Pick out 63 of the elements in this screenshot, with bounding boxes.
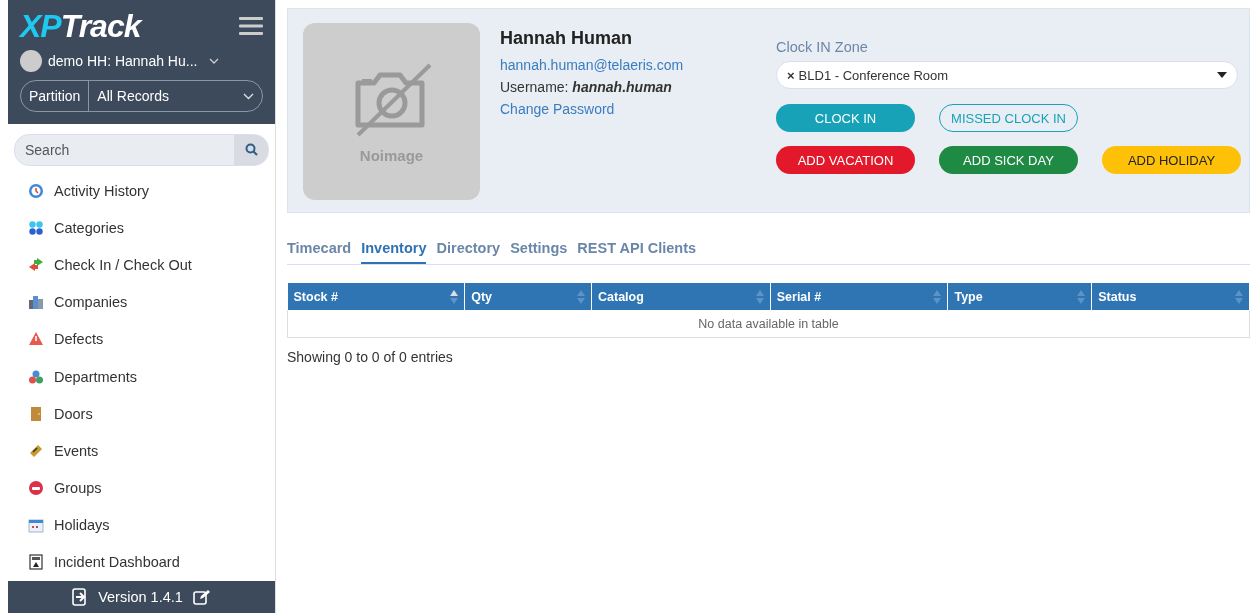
action-button[interactable]: ADD HOLIDAY bbox=[1102, 146, 1241, 174]
menu-icon[interactable] bbox=[239, 16, 263, 36]
tab[interactable]: Timecard bbox=[287, 238, 352, 264]
user-name: Hannah Human bbox=[500, 28, 633, 49]
sidebar-item[interactable]: Departments bbox=[8, 357, 275, 396]
caret-icon bbox=[1217, 72, 1227, 78]
column-header[interactable]: Qty bbox=[464, 283, 592, 310]
sidebar-item-icon bbox=[28, 368, 44, 385]
sidebar-item-icon bbox=[28, 219, 44, 236]
search-icon bbox=[244, 143, 258, 157]
partition-value: All Records bbox=[97, 88, 169, 104]
tab[interactable]: REST API Clients bbox=[577, 238, 697, 264]
zone-label: Clock IN Zone bbox=[776, 39, 869, 55]
sidebar-item[interactable]: Doors bbox=[8, 395, 275, 433]
column-header[interactable]: Status bbox=[1091, 283, 1250, 310]
avatar bbox=[20, 50, 42, 72]
sidebar-item[interactable]: Check In / Check Out bbox=[8, 246, 275, 284]
sidebar-item-icon bbox=[28, 480, 44, 497]
search-bar[interactable]: Search bbox=[14, 134, 269, 166]
zone-value: × BLD1 - Conference Room bbox=[787, 67, 949, 83]
sidebar-item-icon bbox=[28, 182, 44, 199]
sidebar-item-icon bbox=[28, 256, 44, 273]
sidebar-item-icon bbox=[28, 554, 44, 571]
sidebar-item[interactable]: Incident Dashboard bbox=[8, 543, 275, 582]
sidebar-item-icon bbox=[28, 331, 44, 348]
column-header[interactable]: Type bbox=[947, 283, 1092, 310]
chevron-icon bbox=[243, 92, 254, 100]
change-password-link[interactable]: Change Password bbox=[500, 101, 756, 117]
zone-select[interactable]: × BLD1 - Conference Room bbox=[776, 61, 1238, 89]
tab[interactable]: Directory bbox=[436, 238, 501, 264]
sidebar-item-icon bbox=[28, 442, 44, 459]
email-link[interactable]: hannah.human@telaeris.com bbox=[500, 57, 756, 73]
sidebar-item-icon bbox=[28, 294, 44, 311]
partition-label: Partition bbox=[21, 81, 90, 111]
search-button[interactable] bbox=[234, 135, 268, 165]
logout-icon[interactable] bbox=[72, 588, 89, 606]
empty-table-message: No data available in table bbox=[287, 310, 1250, 338]
version-text: Version 1.4.1 bbox=[98, 589, 183, 605]
sidebar-item[interactable]: Defects bbox=[8, 320, 275, 358]
action-button[interactable]: ADD SICK DAY bbox=[939, 146, 1078, 174]
sidebar-item[interactable]: Companies bbox=[8, 283, 275, 321]
clear-button[interactable]: × bbox=[787, 67, 795, 83]
table-info: Showing 0 to 0 of 0 entries bbox=[287, 349, 454, 365]
column-header[interactable]: Stock # bbox=[287, 283, 465, 310]
tab[interactable]: Inventory bbox=[361, 238, 427, 264]
column-header[interactable]: Catalog bbox=[591, 283, 771, 310]
search-field[interactable]: Search bbox=[15, 135, 234, 165]
user-menu[interactable]: demo HH: Hannah Hu... bbox=[48, 53, 198, 69]
action-button[interactable]: CLOCK IN bbox=[776, 104, 915, 132]
column-header[interactable]: Serial # bbox=[770, 283, 948, 310]
edit-icon[interactable] bbox=[192, 589, 211, 605]
sidebar-item[interactable]: Events bbox=[8, 432, 275, 470]
sidebar-item[interactable]: Activity History bbox=[8, 171, 275, 210]
sidebar-item[interactable]: Categories bbox=[8, 209, 275, 247]
logo: XPTrack bbox=[20, 10, 141, 42]
username-text: Username: hannah.human bbox=[500, 79, 673, 95]
action-button[interactable]: ADD VACATION bbox=[776, 146, 915, 174]
chevron-icon bbox=[209, 58, 220, 64]
sidebar-item[interactable]: Groups bbox=[8, 469, 275, 507]
sidebar-item-icon bbox=[28, 517, 44, 534]
tab[interactable]: Settings bbox=[510, 238, 568, 264]
sidebar-item-icon bbox=[28, 405, 44, 422]
sidebar-item[interactable]: Holidays bbox=[8, 506, 275, 544]
